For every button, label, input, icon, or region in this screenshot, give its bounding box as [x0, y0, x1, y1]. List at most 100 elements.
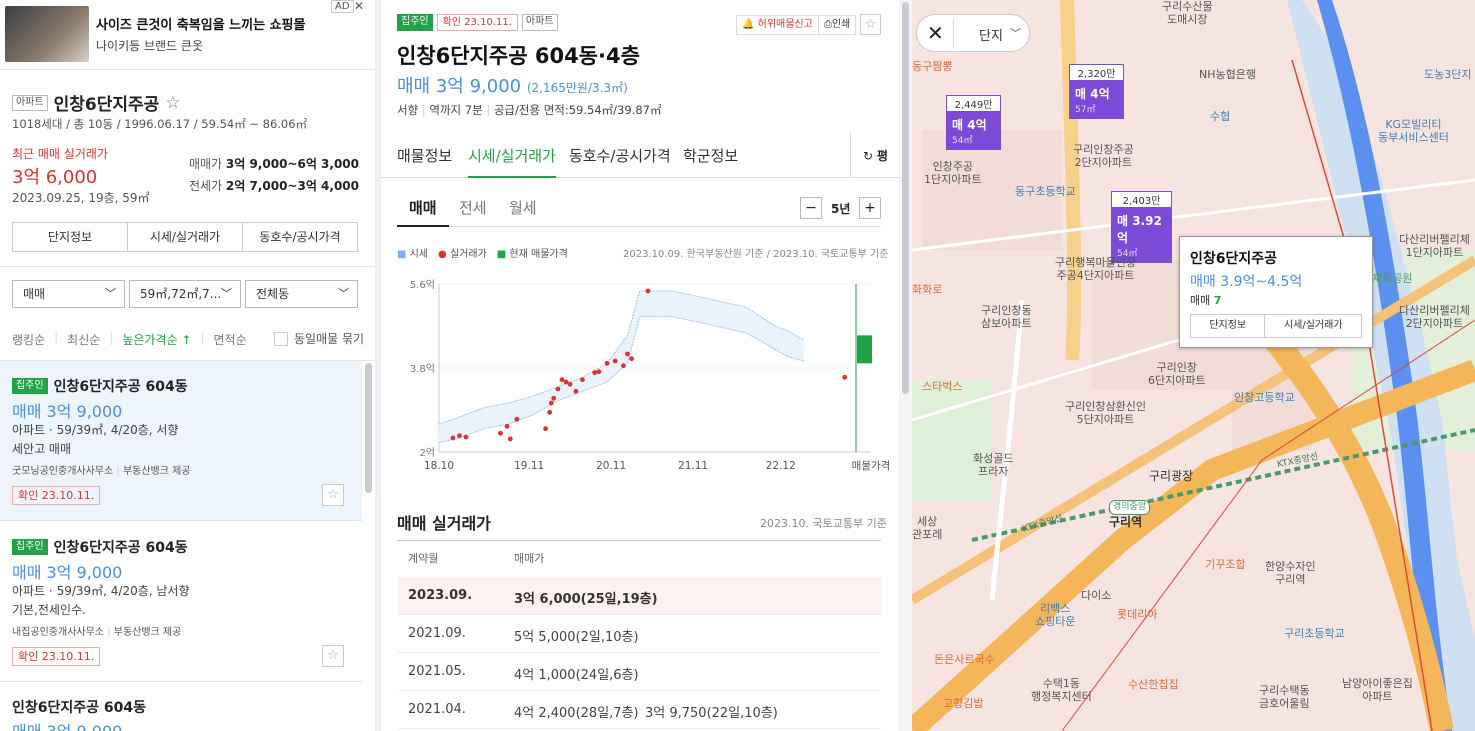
tab-unit[interactable]: 동호수/공시가격 [569, 145, 671, 166]
map-price-pin[interactable]: 2,320만 매 4억 57㎡ [1069, 64, 1124, 119]
pin-area: 57㎡ [1075, 105, 1096, 115]
complex-info-button[interactable]: 단지정보 [13, 223, 128, 251]
ad-title[interactable]: 사이즈 큰것이 축복임을 느끼는 쇼핑몰 [96, 14, 305, 33]
dong-select[interactable]: 전체동 ﹀ [245, 280, 358, 308]
actual-price-point [645, 288, 651, 294]
popup-price: 매매 3.9억~4.5억 [1190, 274, 1303, 290]
print-button[interactable]: ⎙인쇄 [819, 16, 855, 34]
star-icon[interactable]: ☆ [165, 93, 180, 113]
tx-title: 매매 실거래가 [397, 514, 491, 533]
area-value: 59㎡,72㎡,7... [140, 287, 222, 301]
provider-name: 부동산뱅크 제공 [122, 466, 191, 477]
complex-price-button[interactable]: 시세/실거래가 [128, 223, 243, 251]
period-plus-button[interactable]: + [859, 197, 881, 219]
popup-info-button[interactable]: 단지정보 [1191, 315, 1266, 337]
sort-latest[interactable]: 최신순 [67, 331, 100, 348]
actual-price-point [573, 388, 579, 394]
map-label: 인창주공 1단지아파트 [924, 160, 982, 186]
popup-title: 인창6단지주공 [1190, 251, 1278, 267]
confirm-badge: 확인 23.10.11. [12, 647, 101, 666]
ad-close-icon[interactable]: ✕ [354, 0, 364, 13]
tab-school[interactable]: 학군정보 [683, 145, 738, 166]
print-label: 인쇄 [831, 19, 851, 30]
map-price-pin[interactable]: 2,449만 매 4억 54㎡ [946, 95, 1001, 150]
type-tag: 아파트 [12, 94, 48, 111]
pyeong-label: 평 [876, 149, 888, 163]
report-button[interactable]: 🔔 허위매물신고 [737, 16, 819, 34]
map-label: 롯데리아 [1117, 608, 1158, 621]
ad-banner[interactable]: 사이즈 큰것이 축복임을 느끼는 쇼핑몰 나이키등 브랜드 큰옷 AD ✕ [0, 0, 375, 70]
listing-agent: 내집공인중개사사무소 | 부동산뱅크 제공 [12, 627, 182, 638]
sort-price-high[interactable]: 높은가격순 ↑ [122, 331, 191, 348]
map-label: 화화로 [912, 283, 943, 296]
provider-name: 부동산뱅크 제공 [113, 627, 182, 638]
actual-price-point [507, 436, 513, 442]
sort-price-high-label: 높은가격순 [122, 333, 178, 347]
confirm-badge: 확인 23.10.11. [436, 14, 518, 31]
tx-price-2: 3억 9,750(22일,10층) [645, 706, 778, 721]
group-same-label: 동일매물 묶기 [294, 332, 365, 346]
subtab-jeonse[interactable]: 전세 [459, 197, 487, 218]
map[interactable]: ✕ 단지 ﹀ 2,449만 매 4억 54㎡ 2,320만 매 4억 57㎡ 2… [912, 0, 1475, 731]
actual-price-point [555, 386, 561, 392]
agent-name: 굿모닝공인중개사사무소 [12, 466, 114, 477]
listing-item[interactable]: 집주인 인창6단지주공 604동 매매 3억 9,000 아파트 · 59/39㎡… [0, 361, 362, 521]
map-label: 돈은사르국수 [934, 653, 995, 666]
period-minus-button[interactable]: − [800, 197, 822, 219]
subtab-sale[interactable]: 매매 [409, 197, 437, 218]
ad-image[interactable] [5, 6, 89, 62]
listing-price: 매매 3억 9,000 [12, 402, 123, 421]
tab-listing-info[interactable]: 매물정보 [397, 145, 452, 166]
area-select[interactable]: 59㎡,72㎡,7... ﹀ [129, 280, 241, 308]
sale-range: 매매가 3억 9,000~6억 3,000 [189, 155, 359, 172]
listing-title: 인창6단지주공 604동 [12, 700, 146, 716]
group-same-toggle[interactable]: 동일매물 묶기 [274, 330, 364, 347]
tx-row: 2021.05. 4억 1,000(24일,6층) [397, 653, 881, 691]
owner-badge: 집주인 [12, 539, 48, 555]
pin-unit-price: 2,320만 [1069, 64, 1124, 81]
tx-price: 4억 2,400(28일,7층) [514, 706, 639, 721]
pyeong-toggle[interactable]: ↻ 평 [863, 147, 888, 164]
actual-price-point [450, 435, 456, 441]
popup-price-button[interactable]: 시세/실거래가 [1265, 315, 1361, 337]
map-label: 다이소 [1081, 589, 1112, 602]
sale-range-value: 3억 9,000~6억 3,000 [225, 157, 359, 171]
subtab-monthly[interactable]: 월세 [509, 197, 537, 218]
complex-header: 아파트 인창6단지주공 ☆ [12, 90, 181, 115]
y-tick-label: 2억 [419, 447, 435, 459]
star-icon[interactable]: ☆ [860, 14, 881, 35]
pin-price: 매 4억 [952, 118, 987, 132]
map-label: 수협 [1210, 110, 1231, 123]
map-filter-bar[interactable]: ✕ 단지 ﹀ [916, 14, 1030, 52]
complex-popup[interactable]: 인창6단지주공 매매 3.9억~4.5억 매매 7 단지정보 시세/실거래가 [1179, 236, 1373, 348]
map-filter-label[interactable]: 단지 [979, 25, 1003, 44]
star-icon[interactable]: ☆ [322, 645, 344, 667]
detail-scrollbar-thumb[interactable] [902, 2, 909, 394]
x-tick-label: 20.11 [596, 460, 626, 472]
map-label: 구리수산물 도매시장 [1162, 0, 1213, 26]
map-label: 도농3단지 [1424, 68, 1472, 81]
complex-unit-button[interactable]: 동호수/공시가격 [243, 223, 357, 251]
map-label: 다산리버펠리체 1단지아파트 [1399, 233, 1470, 259]
deal-type-select[interactable]: 매매 ﹀ [12, 280, 125, 308]
actual-price-point [621, 363, 626, 369]
group-same-checkbox[interactable] [274, 331, 288, 346]
sort-area[interactable]: 면적순 [213, 331, 246, 348]
map-price-pin[interactable]: 2,403만 매 3.92억 54㎡ [1111, 191, 1172, 263]
listing-title: 인창6단지주공 604동 [53, 540, 188, 556]
close-icon[interactable]: ✕ [927, 21, 944, 45]
listing-item[interactable]: 집주인 인창6단지주공 604동 매매 3억 9,000 아파트 · 59/39㎡… [0, 522, 362, 682]
sort-ranking[interactable]: 랭킹순 [12, 331, 45, 348]
detail-scrollbar[interactable] [899, 0, 912, 731]
list-scrollbar[interactable] [365, 363, 372, 493]
listing-item[interactable]: 인창6단지주공 604동 매매 3억 9,000 [0, 683, 362, 731]
popup-count-label: 매매 [1190, 294, 1211, 307]
map-label: NH농협은행 [1199, 68, 1256, 81]
price-chart: 5.6억 3.8억 2억18.10 19.11 20.11 21.11 22.12 매물가격 [410, 279, 890, 472]
actual-price-point [504, 423, 510, 429]
tab-price[interactable]: 시세/실거래가 [468, 145, 556, 178]
star-icon[interactable]: ☆ [322, 484, 344, 506]
y-tick-label: 3.8억 [410, 363, 435, 375]
y-tick-label: 5.6억 [410, 279, 435, 291]
x-tick-label: 21.11 [678, 460, 708, 472]
